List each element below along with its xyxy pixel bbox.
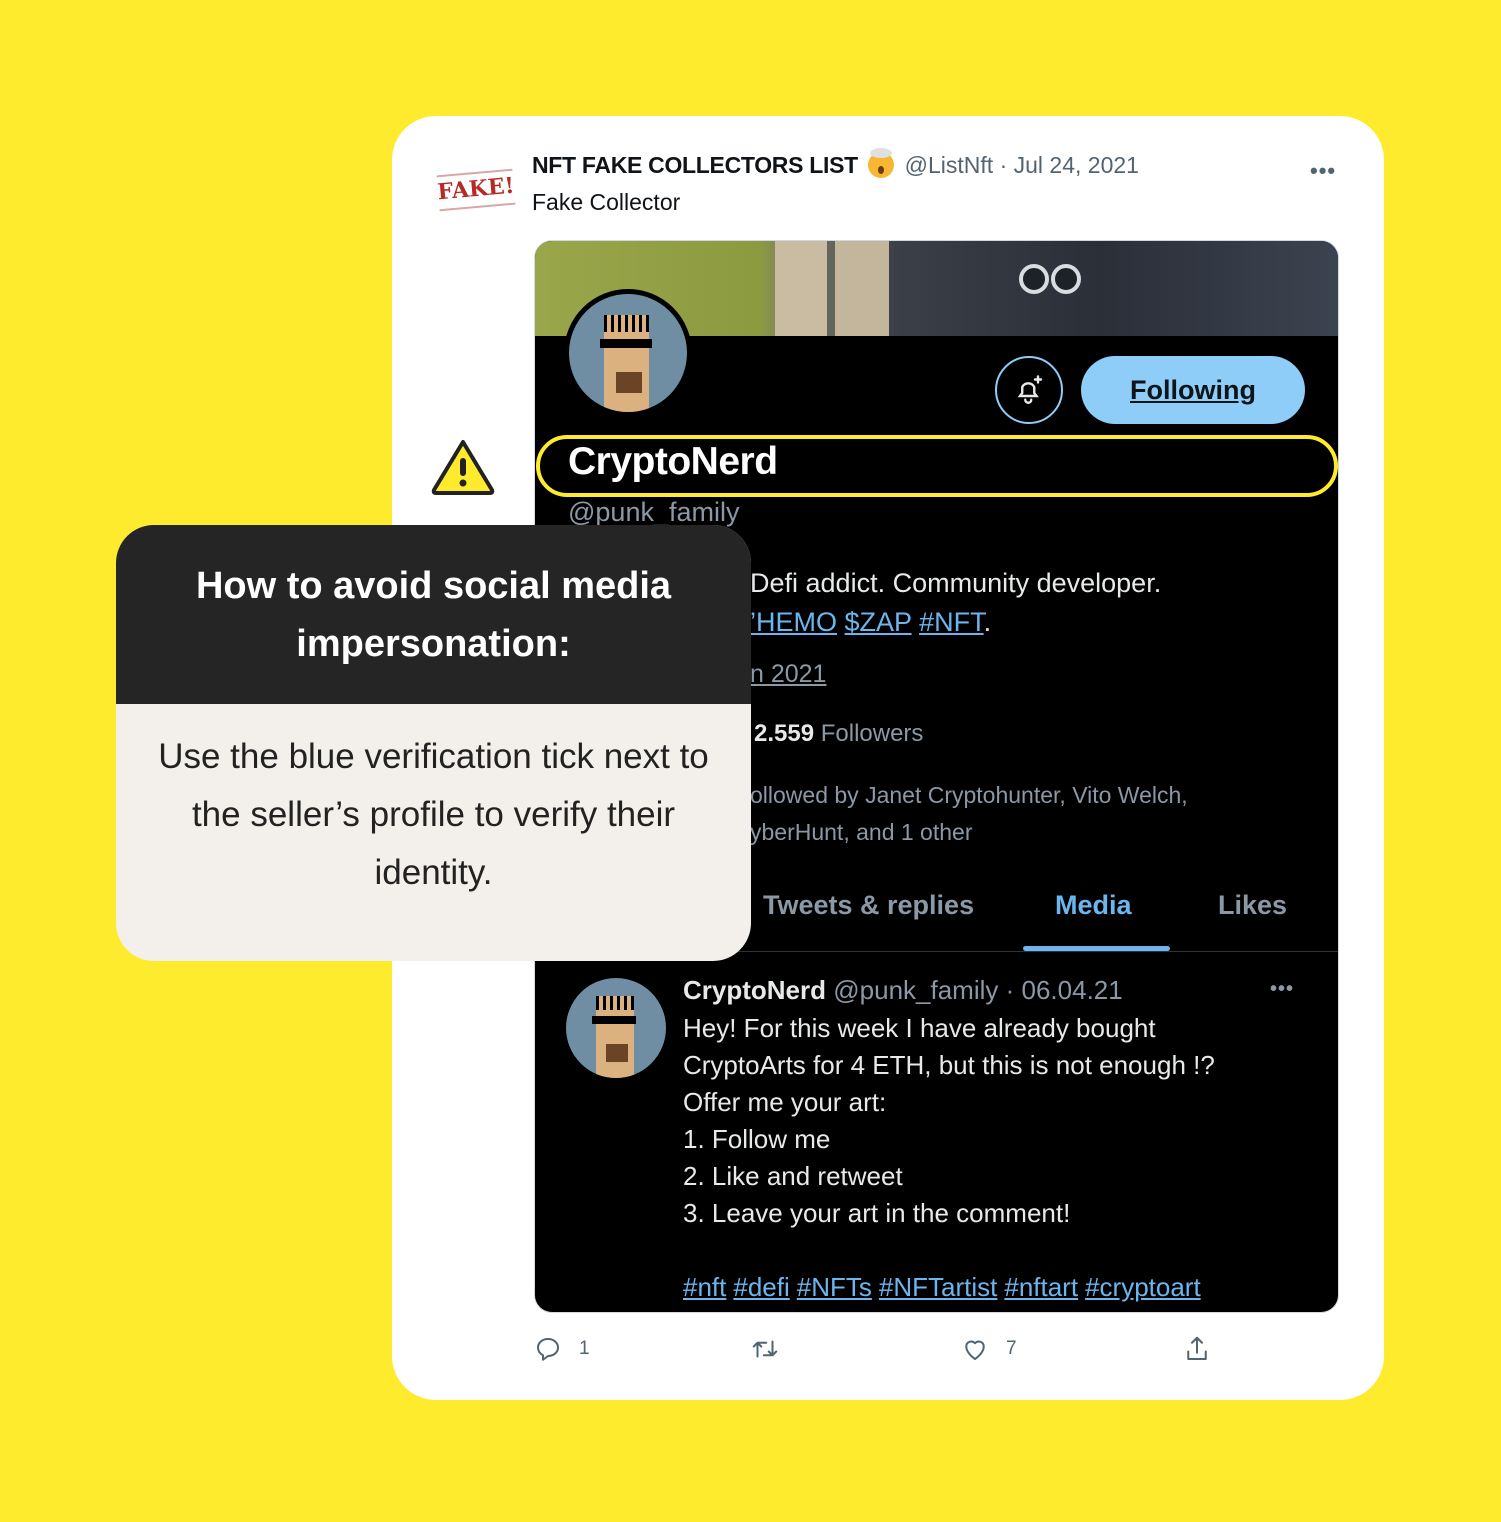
banner-detail [1051,264,1081,294]
profile-name: CryptoNerd [568,440,778,483]
fake-stamp-avatar[interactable]: FAKE! [435,168,518,212]
embedded-tweet-line: 2. Like and retweet [683,1161,903,1191]
followed-by-text[interactable]: yberHunt, and 1 other [750,819,972,846]
followers-count: 2.559 [754,720,815,747]
followers-label: Followers [820,720,924,747]
tip-title: How to avoid social media impersonation: [116,525,751,704]
tab-tweets-replies[interactable]: Tweets & replies [763,890,974,921]
reply-button[interactable]: 1 [533,1334,590,1364]
followers-count-link[interactable]: 2.559 Followers [754,720,923,748]
embedded-tweet-line: Hey! For this week I have already bought [683,1013,1156,1043]
reply-count: 1 [579,1338,590,1359]
bio-tag-link[interactable]: #NFT [919,607,984,637]
embedded-more-icon[interactable]: ••• [1270,978,1294,1001]
hashtag-link[interactable]: #nftart [1004,1272,1078,1302]
hashtag-link[interactable]: #nft [683,1272,726,1302]
tip-body: Use the blue verification tick next to t… [158,737,709,892]
bio-tag-link[interactable]: $ZAP [845,607,912,637]
profile-bio-tags: ’HEMO $ZAP #NFT. [750,607,991,638]
hashtag-link[interactable]: #NFTs [797,1272,872,1302]
tab-media[interactable]: Media [1055,890,1132,921]
banner-detail [1019,264,1049,294]
share-button[interactable] [1182,1334,1212,1364]
share-icon [1187,1336,1207,1360]
tip-card: How to avoid social media impersonation:… [116,525,751,961]
tweet-header: NFT FAKE COLLECTORS LIST @ListNft · Jul … [532,148,1139,179]
separator: · [999,152,1008,178]
embedded-hashtags: #nft #defi #NFTs #NFTartist #nftart #cryptoar… [683,1272,1208,1303]
joined-date: n 2021 [750,660,827,688]
like-button[interactable]: 7 [960,1334,1017,1364]
notifications-bell-button[interactable] [995,356,1063,424]
avatar-shades [592,1016,636,1024]
tweet-text: Fake Collector [532,189,681,215]
bell-plus-icon [1017,375,1043,404]
heart-icon [965,1340,985,1360]
hashtag-link[interactable]: #cryptoart [1085,1272,1201,1302]
warning-icon [431,440,495,495]
embedded-tweet-header: CryptoNerd @punk_family · 06.04.21 [683,975,1123,1005]
retweet-icon [752,1340,778,1358]
tab-likes[interactable]: Likes [1218,890,1287,921]
avatar-face [596,1000,634,1078]
profile-avatar[interactable] [564,289,692,417]
profile-bio: Defi addict. Community developer. [750,568,1162,598]
banner-detail [835,241,889,336]
embedded-tweet-line: 3. Leave your art in the comment! [683,1198,1071,1228]
bio-end: . [983,607,992,637]
bio-tag-link[interactable]: ’HEMO [750,607,837,637]
tweet-avatar[interactable] [566,978,666,1078]
embedded-tweet-line: Offer me your art: [683,1087,887,1117]
hashtag-link[interactable]: #NFTartist [879,1272,997,1302]
retweet-button[interactable] [750,1334,780,1364]
embedded-author-handle[interactable]: @punk_family [833,975,998,1005]
following-button[interactable]: Following [1081,356,1305,424]
embedded-tweet-line: 1. Follow me [683,1124,831,1154]
exploding-head-emoji-icon [868,148,895,178]
avatar-face [604,319,650,412]
followed-by-text[interactable]: ollowed by Janet Cryptohunter, Vito Welc… [750,782,1188,809]
embedded-author-name[interactable]: CryptoNerd [683,975,826,1005]
avatar-beard [606,1044,628,1062]
avatar-hair [596,996,634,1010]
fake-stamp-text: FAKE! [436,172,516,206]
avatar-shades [599,338,652,349]
profile-handle: @punk_family [568,497,740,527]
avatar-hair [604,315,650,332]
embedded-tweet-date[interactable]: 06.04.21 [1022,975,1123,1005]
avatar-beard [616,371,643,394]
reply-icon [537,1338,559,1361]
tweet-date[interactable]: Jul 24, 2021 [1014,152,1139,178]
like-count: 7 [1006,1338,1017,1359]
banner-detail [775,241,827,336]
embedded-tweet-line: CryptoArts for 4 ETH, but this is not en… [683,1050,1215,1080]
author-handle[interactable]: @ListNft [905,152,994,178]
more-options-icon[interactable]: ••• [1310,158,1336,184]
hashtag-link[interactable]: #defi [733,1272,789,1302]
author-name[interactable]: NFT FAKE COLLECTORS LIST [532,152,858,178]
